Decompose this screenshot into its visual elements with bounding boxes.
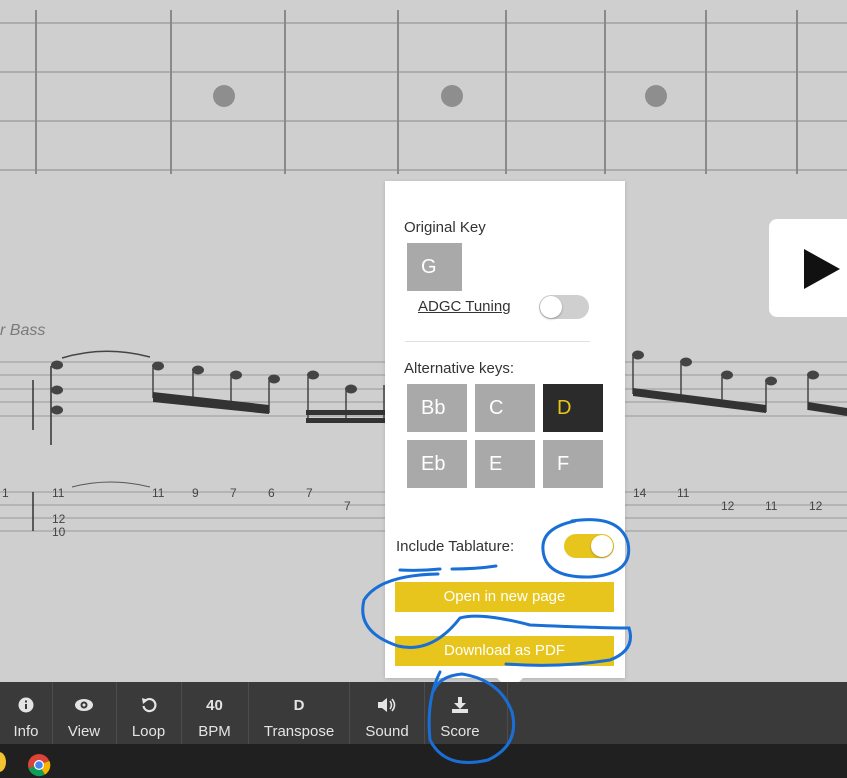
eye-icon [53,696,115,714]
key-button-bb[interactable]: Bb [407,384,467,432]
os-taskbar [0,744,847,778]
bpm-value: 40 [206,696,223,714]
info-icon [0,696,52,714]
fret-marker [213,85,235,107]
bpm-button[interactable]: 40 BPM [182,682,247,744]
toolbar-separator [507,682,508,744]
open-in-new-page-button[interactable]: Open in new page [395,582,614,612]
tab-number: 10 [52,525,66,539]
instrument-label: r Bass [0,322,45,339]
tab-number: 11 [765,499,778,513]
tab-number: 7 [344,499,351,513]
sound-label: Sound [365,723,409,740]
fretboard-frets [35,10,798,174]
include-tablature-toggle[interactable] [564,534,614,558]
tuning-toggle[interactable] [539,295,589,319]
score-viewer: r Bass 1 11 12 10 11 9 7 6 7 7 14 11 12 … [0,0,847,778]
key-button-eb[interactable]: Eb [407,440,467,488]
tab-number: 7 [230,486,237,500]
tab-number: 6 [268,486,275,500]
sound-button[interactable]: Sound [350,682,424,744]
play-icon [804,249,840,289]
bpm-label: BPM [198,723,231,740]
tab-number: 12 [721,499,735,513]
play-button[interactable] [769,219,847,317]
fretboard [0,22,847,171]
key-button-e[interactable]: E [475,440,535,488]
transpose-label: Transpose [263,723,335,740]
adgc-tuning-link[interactable]: ADGC Tuning [418,298,511,315]
loop-button[interactable]: Loop [117,682,180,744]
key-button-d[interactable]: D [543,384,603,432]
key-button-c[interactable]: C [475,384,535,432]
bottom-toolbar: Info View Loop 40 BPM D Transpose Sound … [0,682,847,744]
score-button[interactable]: Score [425,682,495,744]
chrome-icon[interactable] [27,753,51,777]
include-tablature-label: Include Tablature: [396,538,515,555]
tab-number: 7 [306,486,313,500]
transpose-value: D [293,696,305,714]
loop-icon [117,696,180,714]
transpose-button[interactable]: D Transpose [249,682,349,744]
loop-label: Loop [131,723,166,740]
tab-number: 11 [152,486,165,500]
toggle-knob [540,296,562,318]
key-button-f[interactable]: F [543,440,603,488]
tab-number: 12 [809,499,823,513]
view-label: View [67,723,101,740]
download-icon [425,696,495,714]
tab-number: 11 [52,486,65,500]
toggle-knob [591,535,613,557]
view-button[interactable]: View [53,682,115,744]
alternative-keys-label: Alternative keys: [404,360,515,377]
original-key-label: Original Key [404,219,486,236]
info-label: Info [13,723,39,740]
original-key-button[interactable]: G [407,243,462,291]
taskbar-app-icon[interactable] [0,752,6,772]
info-button[interactable]: Info [0,682,52,744]
tab-number: 14 [633,486,647,500]
fret-marker [645,85,667,107]
popup-divider [405,341,590,342]
speaker-icon [350,696,424,714]
fret-marker [441,85,463,107]
tab-number: 11 [677,486,690,500]
tab-number: 9 [192,486,199,500]
download-pdf-button[interactable]: Download as PDF [395,636,614,666]
score-label: Score [440,723,480,740]
tab-number: 1 [2,486,9,500]
tab-number: 12 [52,512,66,526]
